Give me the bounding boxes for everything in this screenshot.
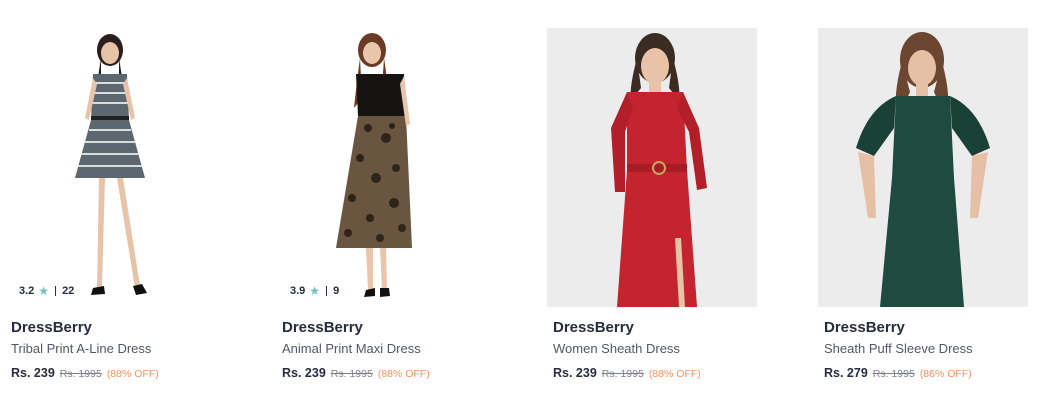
- rating-divider: [326, 286, 328, 296]
- product-image[interactable]: 3.2 ★ 22: [5, 28, 215, 307]
- discounted-price: Rs. 279: [824, 366, 868, 380]
- product-name: Sheath Puff Sleeve Dress: [824, 341, 973, 356]
- product-brand: DressBerry: [282, 319, 363, 336]
- model-image-green-puff-sleeve-dress: [818, 28, 1028, 307]
- original-price: Rs. 1995: [330, 368, 373, 380]
- discounted-price: Rs. 239: [11, 366, 55, 380]
- product-info[interactable]: DressBerry Animal Print Maxi Dress Rs. 2…: [276, 307, 487, 382]
- rating-value: 3.9: [290, 285, 306, 297]
- product-image[interactable]: [818, 28, 1028, 307]
- model-image-tribal-dress: [5, 28, 215, 307]
- model-image-red-sheath-dress: [547, 28, 757, 307]
- discount-percentage: (86% OFF): [919, 368, 972, 380]
- product-card[interactable]: DressBerry Sheath Puff Sleeve Dress Rs. …: [818, 28, 1029, 388]
- original-price: Rs. 1995: [601, 368, 644, 380]
- discount-percentage: (88% OFF): [377, 368, 430, 380]
- product-info[interactable]: DressBerry Women Sheath Dress Rs. 239 Rs…: [547, 307, 758, 382]
- product-brand: DressBerry: [11, 319, 92, 336]
- product-brand: DressBerry: [553, 319, 634, 336]
- rating-value: 3.2: [19, 285, 35, 297]
- product-name: Tribal Print A-Line Dress: [11, 341, 152, 356]
- product-card[interactable]: DressBerry Women Sheath Dress Rs. 239 Rs…: [547, 28, 758, 388]
- product-card[interactable]: 3.9 ★ 9 DressBerry Animal Print Maxi Dre…: [276, 28, 487, 388]
- discounted-price: Rs. 239: [553, 366, 597, 380]
- rating-badge: 3.9 ★ 9: [284, 282, 346, 300]
- product-brand: DressBerry: [824, 319, 905, 336]
- product-price: Rs. 239 Rs. 1995 (88% OFF): [282, 366, 481, 382]
- rating-divider: [55, 286, 57, 296]
- original-price: Rs. 1995: [59, 368, 102, 380]
- product-info[interactable]: DressBerry Sheath Puff Sleeve Dress Rs. …: [818, 307, 1029, 382]
- product-card[interactable]: 3.2 ★ 22 DressBerry Tribal Print A-Line …: [5, 28, 216, 388]
- model-image-animal-print-dress: [276, 28, 486, 307]
- product-price: Rs. 239 Rs. 1995 (88% OFF): [11, 366, 210, 382]
- discounted-price: Rs. 239: [282, 366, 326, 380]
- star-icon: ★: [38, 284, 50, 298]
- rating-badge: 3.2 ★ 22: [13, 282, 81, 300]
- product-image[interactable]: [547, 28, 757, 307]
- product-price: Rs. 279 Rs. 1995 (86% OFF): [824, 366, 1023, 382]
- rating-count: 22: [62, 285, 75, 297]
- discount-percentage: (88% OFF): [648, 368, 701, 380]
- discount-percentage: (88% OFF): [106, 368, 159, 380]
- product-name: Animal Print Maxi Dress: [282, 341, 421, 356]
- rating-count: 9: [333, 285, 340, 297]
- original-price: Rs. 1995: [872, 368, 915, 380]
- product-grid: 3.2 ★ 22 DressBerry Tribal Print A-Line …: [0, 0, 1053, 401]
- star-icon: ★: [309, 284, 321, 298]
- product-price: Rs. 239 Rs. 1995 (88% OFF): [553, 366, 752, 382]
- product-info[interactable]: DressBerry Tribal Print A-Line Dress Rs.…: [5, 307, 216, 382]
- product-image[interactable]: 3.9 ★ 9: [276, 28, 486, 307]
- product-name: Women Sheath Dress: [553, 341, 680, 356]
